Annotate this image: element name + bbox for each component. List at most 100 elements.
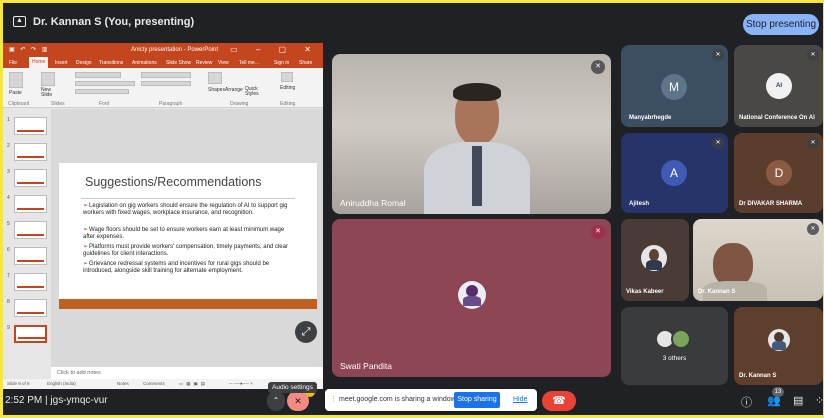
slide-thumbnail[interactable] bbox=[14, 195, 47, 213]
participant-avatar: D bbox=[766, 160, 792, 186]
participant-name: Vikas Kabeer bbox=[626, 289, 664, 295]
quick-access-toolbar[interactable]: ▣ ↶ ↷ ▥ bbox=[9, 46, 49, 53]
participant-name: Dr. Kannan S bbox=[698, 289, 736, 295]
new-slide-button[interactable]: New Slide bbox=[41, 88, 59, 98]
chat-icon[interactable]: ▤ bbox=[793, 394, 803, 407]
participant-tile-conference[interactable]: AI ✕ National Conference On AI bbox=[734, 45, 823, 127]
tab-transitions[interactable]: Transitions bbox=[99, 60, 123, 66]
zoom-slider[interactable]: ─ ──●── + bbox=[229, 381, 253, 386]
slide-number: 5 bbox=[7, 221, 10, 227]
ribbon: Paste New Slide Shapes Arrange Quick Sty… bbox=[3, 68, 323, 108]
slide-thumbnail[interactable] bbox=[14, 247, 47, 265]
audio-options-chevron-icon[interactable]: ⌃ bbox=[267, 391, 285, 411]
slide-thumbnail[interactable] bbox=[14, 299, 47, 317]
group-editing: Editing bbox=[280, 101, 296, 107]
slide-thumbnail[interactable] bbox=[14, 143, 47, 161]
arrange-button[interactable]: Arrange bbox=[225, 87, 243, 93]
self-view-tile[interactable]: Dr. Kannan S bbox=[734, 307, 823, 385]
shapes-icon[interactable] bbox=[208, 72, 222, 84]
people-count-badge: 13 bbox=[772, 387, 784, 397]
sign-in-link[interactable]: Sign in bbox=[274, 60, 289, 66]
notes-pane[interactable]: Click to add notes bbox=[51, 367, 323, 379]
tab-home[interactable]: Home bbox=[29, 57, 49, 68]
slide-thumbnail[interactable] bbox=[14, 169, 47, 187]
paragraph-list-buttons[interactable] bbox=[141, 72, 191, 78]
meeting-details-icon[interactable]: ⓘ bbox=[741, 394, 752, 410]
participant-tile-ajitesh[interactable]: A ✕ Ajitesh bbox=[621, 133, 728, 213]
language-indicator: English (India) bbox=[47, 381, 76, 386]
tab-insert[interactable]: Insert bbox=[55, 60, 68, 66]
slide-number: 3 bbox=[7, 169, 10, 175]
participant-tile-vikas[interactable]: Vikas Kabeer bbox=[621, 219, 689, 301]
tell-me-search[interactable]: Tell me... bbox=[239, 60, 259, 66]
avatar-body bbox=[463, 296, 481, 306]
notes-toggle[interactable]: Notes bbox=[117, 381, 129, 386]
paste-icon[interactable] bbox=[9, 72, 23, 88]
participant-tile-kannan[interactable]: ✕ Dr. Kannan S bbox=[693, 219, 823, 301]
editing-button[interactable]: Editing bbox=[280, 85, 295, 91]
sharing-message: meet.google.com is sharing a window. bbox=[339, 396, 458, 403]
ppt-window-title: Anicty presentation - PowerPoint bbox=[131, 47, 219, 53]
font-name-box[interactable] bbox=[75, 72, 121, 78]
slide-thumbnail[interactable] bbox=[14, 117, 47, 135]
paste-button[interactable]: Paste bbox=[9, 90, 22, 96]
activities-icon[interactable]: ⁘ bbox=[815, 394, 823, 407]
font-color-buttons[interactable] bbox=[75, 89, 129, 94]
avatar-body bbox=[646, 260, 662, 270]
editing-icon[interactable] bbox=[281, 72, 293, 82]
stop-presenting-button[interactable]: Stop presenting bbox=[743, 14, 819, 35]
tab-animations[interactable]: Animations bbox=[132, 60, 157, 66]
avatar-body bbox=[772, 341, 786, 350]
new-slide-icon[interactable] bbox=[41, 72, 55, 86]
participant-avatar bbox=[671, 329, 691, 349]
participant-tile-manyabrhegde[interactable]: M ✕ Manyabrhegde bbox=[621, 45, 728, 127]
conference-logo: AI bbox=[766, 73, 792, 99]
participant-video-hair bbox=[453, 83, 501, 101]
group-clipboard: Clipboard bbox=[8, 101, 30, 107]
mic-off-icon: ✕ bbox=[591, 60, 605, 74]
participant-tile-swati[interactable]: ✕ Swati Pandita bbox=[332, 219, 611, 377]
participant-avatar bbox=[641, 245, 667, 271]
comments-toggle[interactable]: Comments bbox=[143, 381, 165, 386]
ribbon-tabs: File Home Insert Design Transitions Anim… bbox=[3, 57, 323, 68]
participant-tile-others[interactable]: 3 others bbox=[621, 307, 728, 385]
share-link[interactable]: Share bbox=[299, 60, 312, 66]
tab-slide-show[interactable]: Slide Show bbox=[166, 60, 191, 66]
stop-sharing-button[interactable]: Stop sharing bbox=[454, 392, 500, 408]
tab-review[interactable]: Review bbox=[196, 60, 212, 66]
font-format-buttons[interactable] bbox=[75, 81, 135, 86]
group-slides: Slides bbox=[51, 101, 65, 107]
clock: 2:52 PM bbox=[5, 395, 43, 406]
view-buttons[interactable]: ▭▦▣▤ bbox=[179, 381, 208, 387]
participant-name: Dr DIVAKAR SHARMA bbox=[739, 201, 803, 207]
slide-counter: Slide 9 of 9 bbox=[7, 381, 30, 386]
slide-bullet: Platforms must provide workers' compensa… bbox=[83, 244, 295, 258]
slide-thumbnail[interactable] bbox=[14, 221, 47, 239]
tab-file[interactable]: File bbox=[9, 60, 17, 66]
mic-off-icon: ✕ bbox=[591, 225, 605, 239]
participant-tile-divakar[interactable]: D ✕ Dr DIVAKAR SHARMA bbox=[734, 133, 823, 213]
window-controls[interactable]: ▭ – ▢ ✕ bbox=[230, 45, 319, 54]
hide-link[interactable]: Hide bbox=[513, 396, 527, 403]
meeting-code: jgs-ymqc-vur bbox=[50, 395, 108, 406]
expand-icon[interactable]: ⤢ bbox=[295, 321, 317, 343]
slide-thumbnail[interactable] bbox=[14, 273, 47, 291]
end-call-button[interactable]: ☎ bbox=[542, 391, 576, 411]
participant-tile-aniruddha[interactable]: ✕ Aniruddha Romal bbox=[332, 54, 611, 214]
drag-handle-icon[interactable]: ⋮ bbox=[330, 395, 337, 403]
top-bar: ▲ Dr. Kannan S (You, presenting) Stop pr… bbox=[3, 3, 823, 41]
slide-thumbnail-selected[interactable] bbox=[14, 325, 47, 343]
slide-number: 9 bbox=[7, 325, 10, 331]
paragraph-align-buttons[interactable] bbox=[141, 81, 191, 86]
current-slide[interactable]: Suggestions/Recommendations Legislation … bbox=[59, 163, 317, 309]
shapes-button[interactable]: Shapes bbox=[208, 87, 225, 93]
slide-title: Suggestions/Recommendations bbox=[85, 175, 262, 189]
slide-number: 6 bbox=[7, 247, 10, 253]
participant-name: Dr. Kannan S bbox=[739, 373, 777, 379]
tab-view[interactable]: View bbox=[218, 60, 229, 66]
quick-styles-button[interactable]: Quick Styles bbox=[245, 87, 259, 97]
participant-avatar bbox=[458, 281, 486, 309]
participant-name: Aniruddha Romal bbox=[340, 198, 406, 208]
tab-design[interactable]: Design bbox=[76, 60, 92, 66]
meet-window: ▲ Dr. Kannan S (You, presenting) Stop pr… bbox=[3, 3, 823, 415]
